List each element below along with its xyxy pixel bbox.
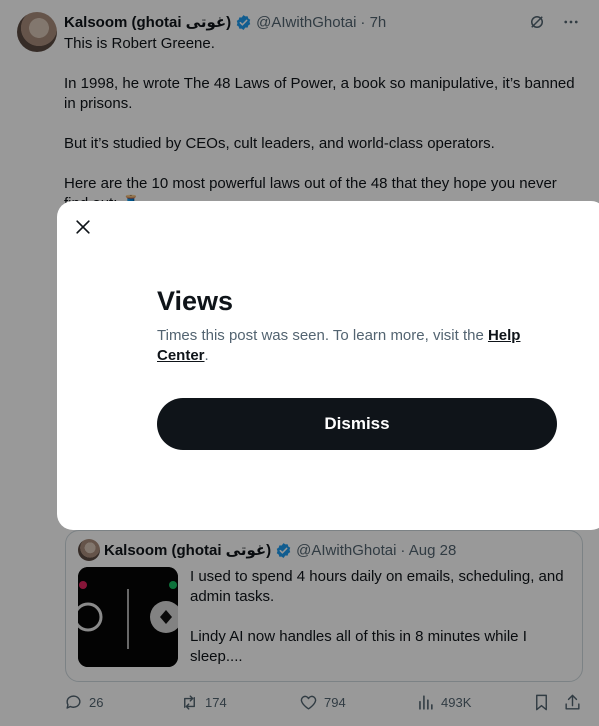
dialog-title: Views	[157, 286, 234, 316]
dialog-description-end: .	[204, 347, 209, 364]
close-icon	[76, 220, 90, 234]
dialog-description: Times this post was seen. To learn more,…	[157, 326, 557, 366]
views-info-dialog: Views Times this post was seen. To learn…	[57, 201, 599, 530]
dismiss-button[interactable]: Dismiss	[157, 398, 557, 450]
dialog-description-text: Times this post was seen. To learn more,…	[157, 327, 488, 344]
close-button[interactable]	[71, 215, 95, 239]
